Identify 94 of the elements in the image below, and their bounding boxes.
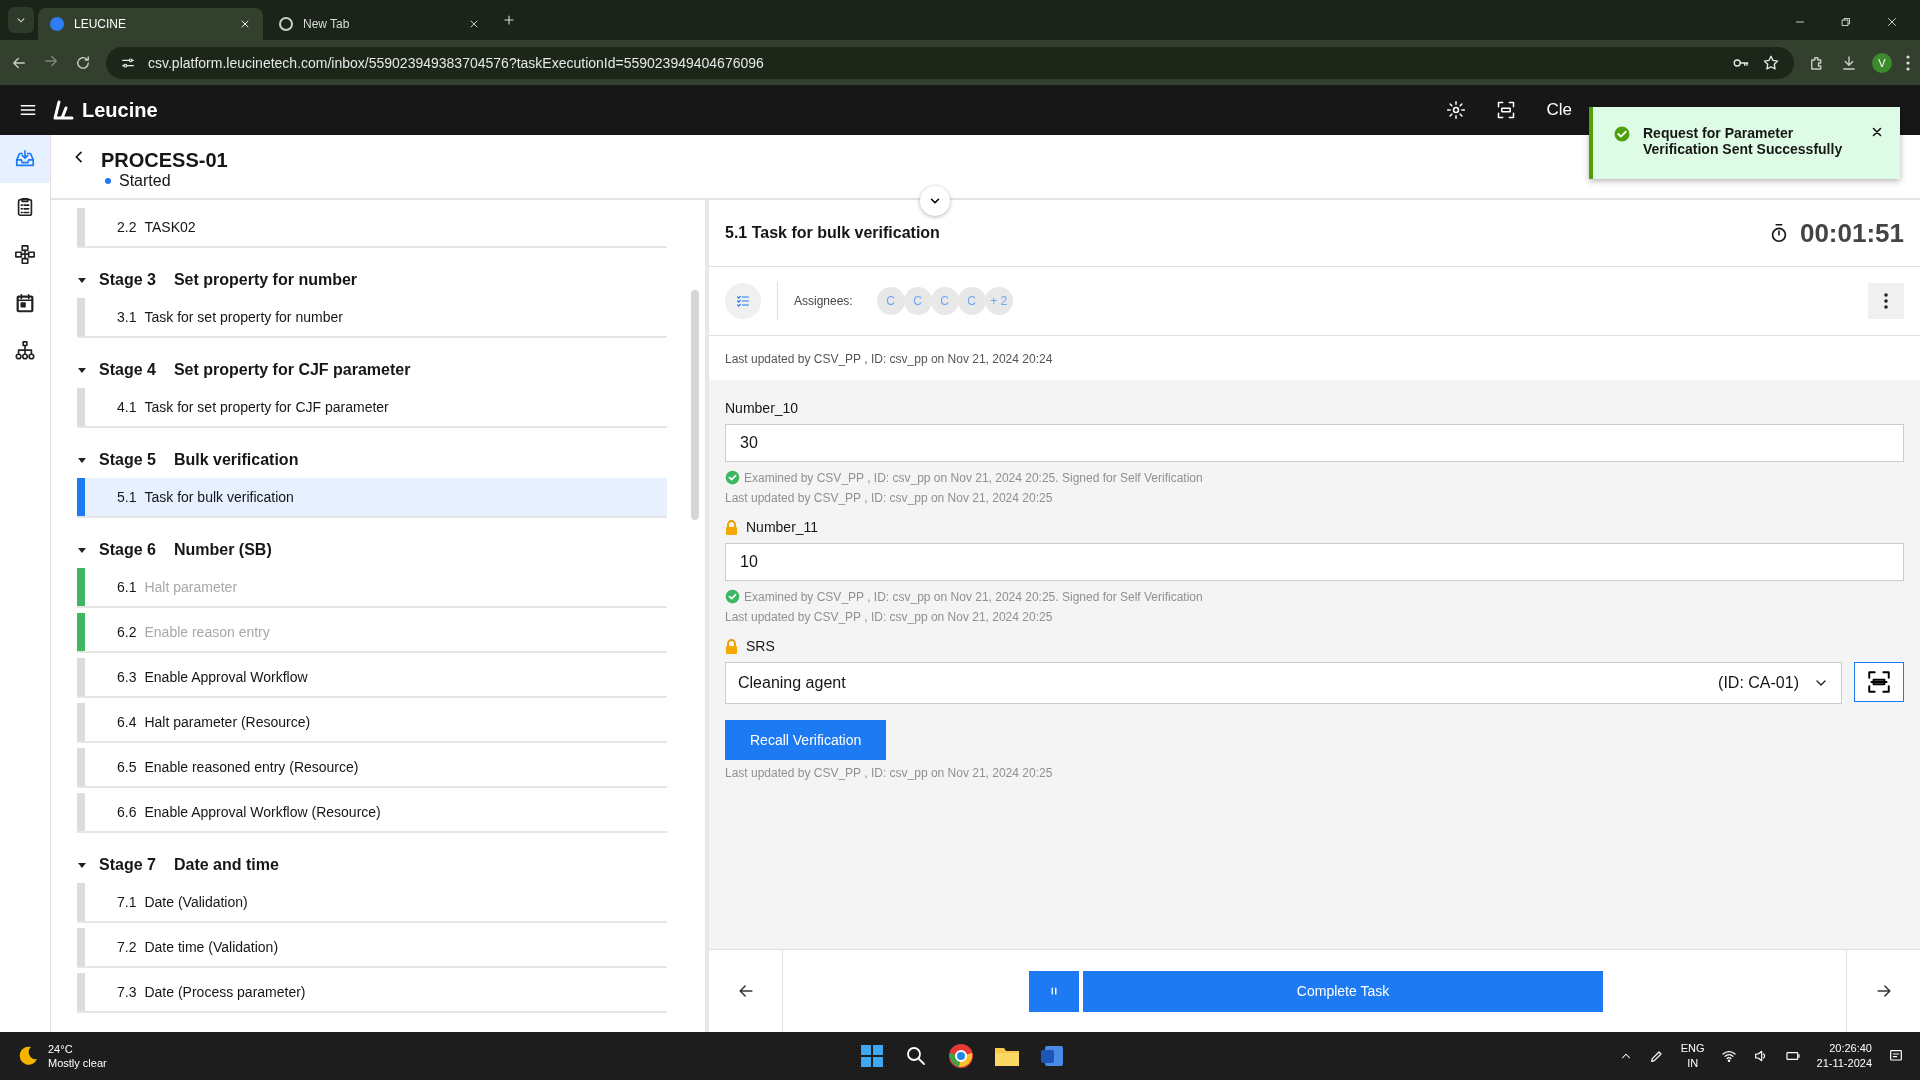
brand-name: Leucine bbox=[82, 98, 158, 122]
toast-message: Request for Parameter Verification Sent Successfully bbox=[1643, 125, 1844, 158]
task-item[interactable]: 6.4 Halt parameter (Resource) bbox=[77, 703, 667, 743]
pause-button[interactable] bbox=[1029, 970, 1079, 1012]
process-status: Started bbox=[119, 172, 171, 190]
scrollbar[interactable] bbox=[691, 290, 699, 520]
star-icon bbox=[1762, 53, 1780, 72]
weather-text: Mostly clear bbox=[48, 1056, 107, 1071]
browser-tab[interactable]: LEUCINE bbox=[38, 8, 263, 40]
status-dot bbox=[105, 178, 111, 184]
notification-icon bbox=[1888, 1048, 1904, 1064]
scan-icon bbox=[1496, 100, 1517, 120]
number-input[interactable]: 30 bbox=[725, 424, 1904, 462]
task-item[interactable]: 6.2 Enable reason entry bbox=[77, 613, 667, 653]
task-item[interactable]: 6.1 Halt parameter bbox=[77, 568, 667, 608]
close-icon bbox=[468, 18, 480, 30]
clock-time: 20:26:40 bbox=[1828, 1041, 1872, 1056]
more-button[interactable] bbox=[1868, 283, 1904, 319]
browser-tab[interactable]: New Tab bbox=[267, 8, 492, 40]
task-item[interactable]: 7.1 Date (Validation) bbox=[77, 883, 667, 923]
task-timer: 00:01:51 bbox=[1799, 217, 1904, 249]
task-item[interactable]: 6.5 Enable reasoned entry (Resource) bbox=[77, 748, 667, 788]
scan-icon bbox=[1866, 669, 1892, 695]
assignees-label: Assignees: bbox=[794, 294, 853, 308]
number-input[interactable]: 10 bbox=[725, 543, 1904, 581]
last-updated-text: Last updated by CSV_PP , ID: csv_pp on Nov 21, 2024 20:25 bbox=[725, 766, 1054, 780]
caret-icon[interactable] bbox=[77, 455, 87, 465]
close-icon bbox=[1870, 125, 1884, 139]
stage-number: Stage 5 bbox=[99, 451, 156, 469]
task-item[interactable]: 6.3 Enable Approval Workflow bbox=[77, 658, 667, 698]
task-item[interactable]: 5.1 Task for bulk verification bbox=[77, 478, 667, 518]
settings-icon bbox=[1446, 100, 1467, 120]
stage-name: Bulk verification bbox=[173, 451, 299, 469]
language[interactable]: ENG bbox=[1680, 1041, 1705, 1056]
task-item[interactable]: 2.2 TASK02 bbox=[77, 208, 667, 248]
task-item[interactable]: 3.1 Task for set property for number bbox=[77, 298, 667, 338]
last-updated-text: Last updated by CSV_PP , ID: csv_pp on Nov 21, 2024 20:25 bbox=[725, 491, 1054, 505]
check-circle-icon bbox=[725, 589, 740, 604]
scan-button[interactable] bbox=[1854, 662, 1904, 702]
close-icon bbox=[1886, 16, 1898, 28]
resource-select[interactable]: Cleaning agent (ID: CA-01) bbox=[725, 662, 1842, 704]
stage-number: Stage 3 bbox=[99, 271, 156, 289]
verification-text: Examined by CSV_PP , ID: csv_pp on Nov 21, 2024 20:25. Signed for Self Verification bbox=[744, 470, 1203, 485]
task-item[interactable]: 7.3 Date (Process parameter) bbox=[77, 973, 667, 1013]
stage-number: Stage 6 bbox=[99, 541, 156, 559]
task-item[interactable]: 6.6 Enable Approval Workflow (Resource) bbox=[77, 793, 667, 833]
stage-number: Stage 4 bbox=[99, 361, 156, 379]
recall-verification-button[interactable]: Recall Verification bbox=[725, 720, 887, 760]
verification-text: Examined by CSV_PP , ID: csv_pp on Nov 21, 2024 20:25. Signed for Self Verification bbox=[744, 589, 1203, 604]
start-icon[interactable] bbox=[860, 1044, 884, 1068]
more-icon bbox=[1884, 293, 1888, 309]
header-link[interactable]: Cle bbox=[1546, 100, 1572, 120]
task-title: 5.1 Task for bulk verification bbox=[725, 224, 941, 242]
reload-icon bbox=[74, 53, 92, 72]
checklist-button[interactable] bbox=[725, 283, 761, 319]
caret-icon[interactable] bbox=[77, 860, 87, 870]
stage-name: Set property for CJF parameter bbox=[173, 361, 411, 379]
stage-name: Set property for number bbox=[173, 271, 358, 289]
wifi-icon bbox=[1720, 1048, 1737, 1064]
process-title: PROCESS-01 bbox=[101, 149, 228, 172]
temperature: 24°C bbox=[48, 1041, 74, 1056]
caret-icon[interactable] bbox=[77, 365, 87, 375]
caret-icon[interactable] bbox=[77, 545, 87, 555]
document-app-icon[interactable] bbox=[1040, 1044, 1064, 1068]
task-item[interactable]: 4.1 Task for set property for CJF parameter bbox=[77, 388, 667, 428]
complete-task-button[interactable]: Complete Task bbox=[1083, 970, 1603, 1012]
parameter-label: Number_10 bbox=[725, 400, 799, 416]
region[interactable]: IN bbox=[1680, 1056, 1705, 1071]
menu-icon[interactable] bbox=[1906, 54, 1910, 71]
restore-icon bbox=[1840, 16, 1852, 28]
new-tab-icon bbox=[502, 13, 516, 27]
calendar-icon bbox=[14, 292, 36, 314]
close-icon bbox=[239, 18, 251, 30]
task-item[interactable]: 7.2 Date time (Validation) bbox=[77, 928, 667, 968]
stage-name: Number (SB) bbox=[173, 541, 272, 559]
caret-icon[interactable] bbox=[77, 275, 87, 285]
flowchart-icon bbox=[14, 244, 36, 266]
hierarchy-icon bbox=[14, 340, 36, 362]
profile-avatar[interactable]: V bbox=[1872, 52, 1892, 73]
check-circle-icon bbox=[1613, 125, 1631, 143]
browser-app-icon[interactable] bbox=[948, 1043, 974, 1069]
stage-name: Date and time bbox=[173, 856, 279, 874]
search-icon bbox=[904, 1044, 928, 1068]
logo-icon bbox=[52, 98, 76, 122]
parameter-label: Number_11 bbox=[746, 519, 819, 535]
parameter-label: SRS bbox=[746, 638, 775, 654]
checklist-icon bbox=[735, 293, 751, 309]
address-bar[interactable]: csv.platform.leucinetech.com/inbox/559023949383704576?taskExecutionId=559023949404676096 bbox=[106, 46, 1794, 79]
last-updated-text: Last updated by CSV_PP , ID: csv_pp on Nov 21, 2024 20:24 bbox=[709, 336, 1920, 380]
download-icon bbox=[1840, 53, 1858, 72]
check-circle-icon bbox=[725, 470, 740, 485]
stage-number: Stage 7 bbox=[99, 856, 156, 874]
clock-date: 21-11-2024 bbox=[1816, 1056, 1872, 1071]
last-updated-text: Last updated by CSV_PP , ID: csv_pp on Nov 21, 2024 20:25 bbox=[725, 610, 1054, 624]
